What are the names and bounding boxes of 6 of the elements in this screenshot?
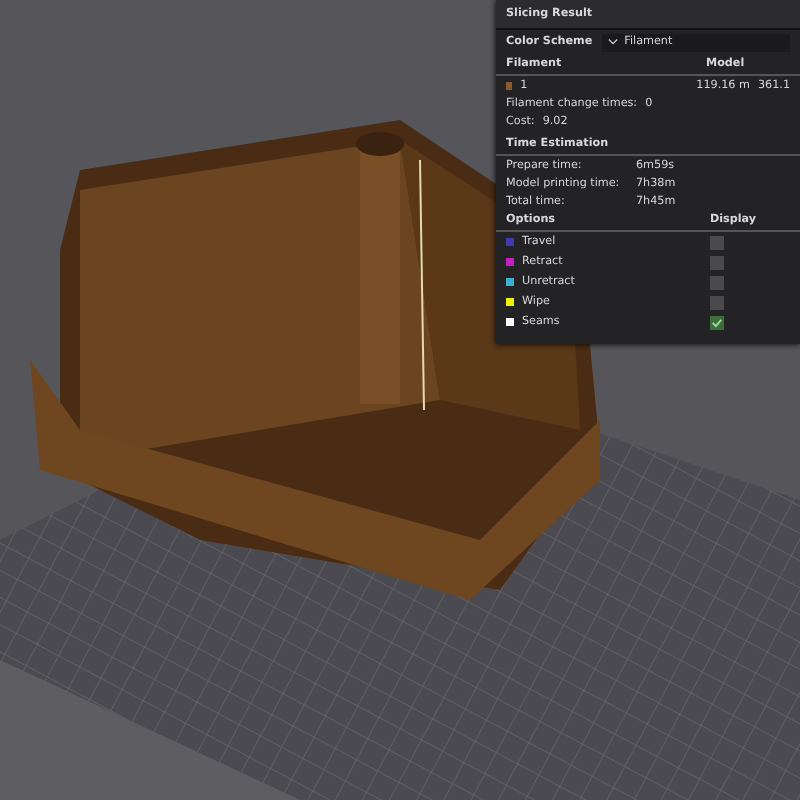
display-checkbox[interactable] xyxy=(710,295,724,309)
display-checkbox[interactable] xyxy=(710,315,724,329)
display-checkbox[interactable] xyxy=(710,255,724,269)
display-checkbox[interactable] xyxy=(710,235,724,249)
display-checkbox[interactable] xyxy=(710,275,724,289)
caret-icon xyxy=(608,38,619,46)
